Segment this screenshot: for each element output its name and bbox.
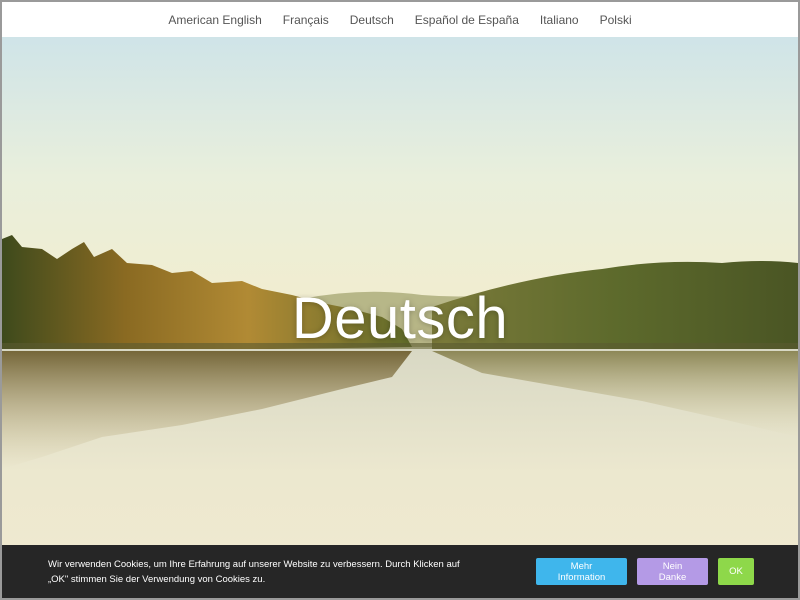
language-nav: American English Français Deutsch Españo… [2, 2, 798, 37]
cookie-button-group: Mehr Information Nein Danke OK [536, 558, 754, 585]
nav-link-francais[interactable]: Français [283, 13, 329, 27]
cookie-consent-bar: Wir verwenden Cookies, um Ihre Erfahrung… [2, 545, 798, 598]
nav-link-polski[interactable]: Polski [600, 13, 632, 27]
hero-banner: Deutsch [2, 37, 798, 598]
nav-link-deutsch[interactable]: Deutsch [350, 13, 394, 27]
hero-title: Deutsch [291, 286, 509, 351]
nav-link-american-english[interactable]: American English [168, 13, 261, 27]
cookie-message: Wir verwenden Cookies, um Ihre Erfahrung… [48, 558, 460, 585]
more-information-button[interactable]: Mehr Information [536, 558, 627, 585]
browser-viewport: American English Français Deutsch Españo… [2, 2, 798, 598]
decline-cookies-button[interactable]: Nein Danke [637, 558, 708, 585]
nav-link-espanol[interactable]: Español de España [415, 13, 519, 27]
accept-cookies-button[interactable]: OK [718, 558, 754, 585]
nav-link-italiano[interactable]: Italiano [540, 13, 579, 27]
